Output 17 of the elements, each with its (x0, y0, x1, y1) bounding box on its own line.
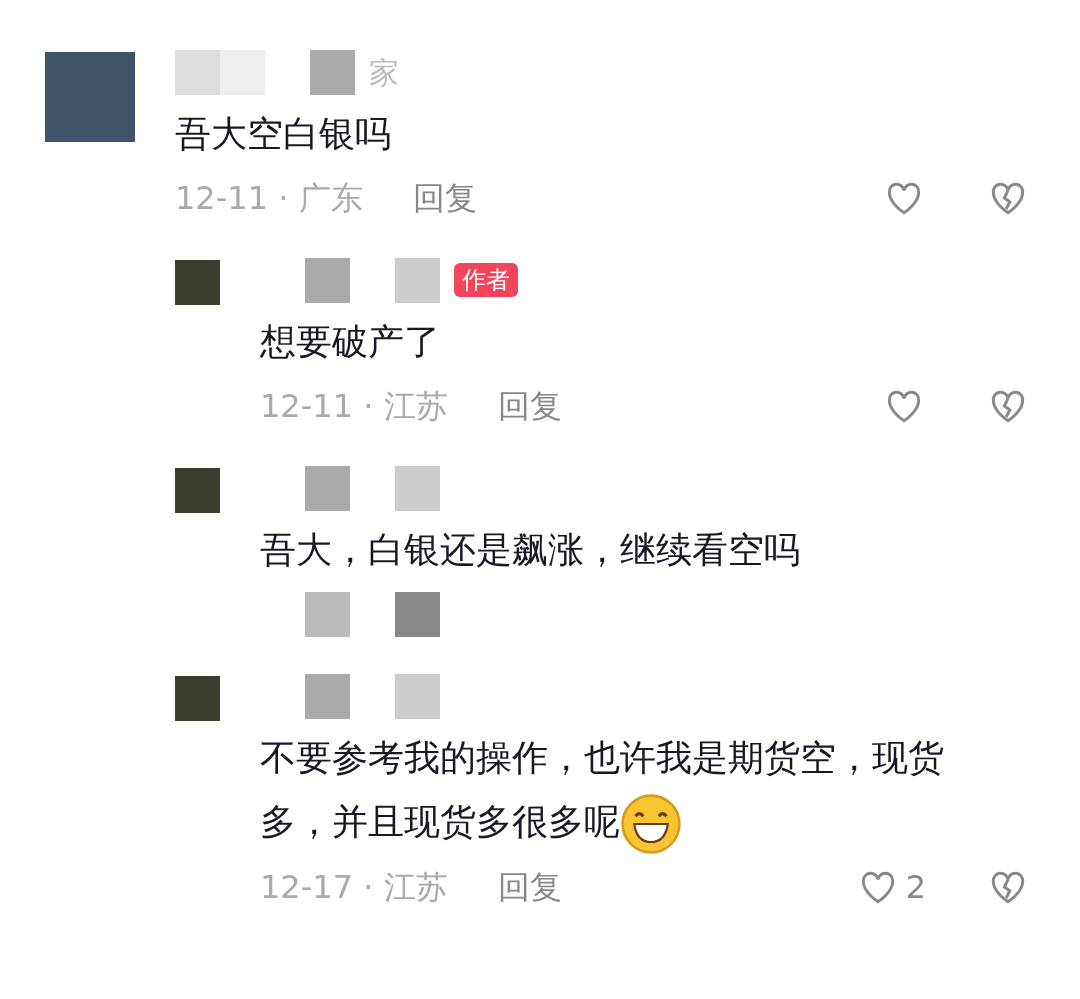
comment-date: 12-17 · 江苏 (260, 867, 448, 908)
reply-link[interactable]: 回复 (412, 174, 477, 222)
comment-text: 吾大，白银还是飙涨，继续看空吗 (260, 528, 801, 572)
reply-link[interactable]: 回复 (497, 382, 562, 430)
username-fragment: 家 (369, 53, 399, 92)
comment-text: 不要参考我的操作，也许我是期货空，现货多，并且现货多很多呢 (260, 726, 1080, 855)
comment-date: 12-11 · 江苏 (260, 386, 448, 427)
author-tag: 作者 (454, 263, 518, 297)
user-avatar (175, 260, 220, 305)
reply-link[interactable]: 回复 (497, 863, 562, 911)
comment-date: 12-11 · 广东 (175, 178, 363, 219)
like-button[interactable]: 2 (855, 863, 926, 911)
user-avatar (175, 676, 220, 721)
user-avatar (175, 468, 220, 513)
comment-text: 吾大空白银吗 (175, 112, 392, 156)
like-count: 2 (905, 867, 926, 908)
comment-text: 想要破产了 (260, 320, 441, 364)
